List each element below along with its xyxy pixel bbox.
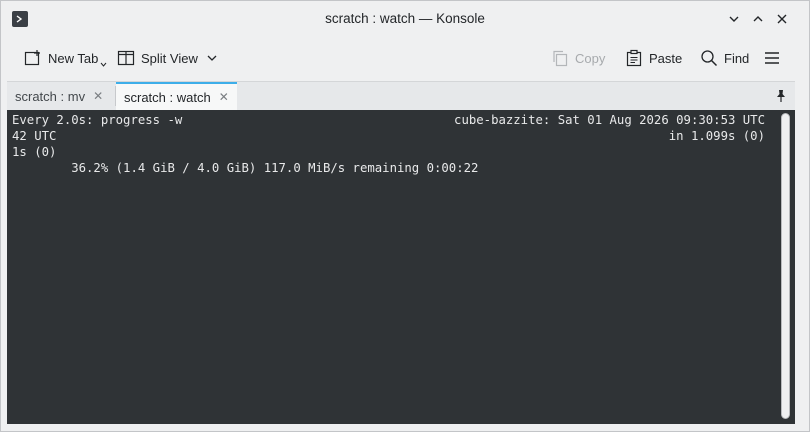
chevron-up-icon xyxy=(753,16,763,22)
chevron-down-icon xyxy=(207,55,217,61)
terminal-scrollbar[interactable] xyxy=(781,113,790,419)
tab-bar: scratch : mv ✕ scratch : watch ✕ xyxy=(7,81,795,110)
hamburger-menu-icon xyxy=(765,52,779,64)
find-button[interactable]: Find xyxy=(700,46,749,70)
paste-icon xyxy=(626,49,642,67)
watch-header-command: Every 2.0s: progress -w xyxy=(12,113,183,127)
title-bar[interactable]: scratch : watch — Konsole xyxy=(1,1,809,37)
window-title: scratch : watch — Konsole xyxy=(325,11,485,26)
minimize-button[interactable] xyxy=(724,9,744,29)
pin-icon[interactable] xyxy=(775,89,787,103)
new-tab-label: New Tab xyxy=(48,50,99,66)
split-view-label: Split View xyxy=(141,50,198,66)
copy-button[interactable]: Copy xyxy=(551,46,605,70)
new-tab-button[interactable]: New Tab xyxy=(24,46,107,70)
dropdown-arrow-icon xyxy=(100,62,107,67)
tab-label: scratch : mv xyxy=(15,88,86,104)
progress-output-line: 36.2% (1.4 GiB / 4.0 GiB) 117.0 MiB/s re… xyxy=(12,161,479,175)
hamburger-menu-button[interactable] xyxy=(763,46,781,70)
split-view-button[interactable]: Split View xyxy=(117,46,218,70)
tab-label: scratch : watch xyxy=(124,89,211,105)
paste-label: Paste xyxy=(649,50,683,66)
close-icon xyxy=(777,14,787,24)
maximize-button[interactable] xyxy=(748,9,768,29)
watch-header-host-time: cube-bazzite: Sat 01 Aug 2026 09:30:53 U… xyxy=(454,113,765,127)
tab-scratch-watch[interactable]: scratch : watch ✕ xyxy=(116,82,237,110)
terminal-line-wrap: 42 UTC xyxy=(12,129,57,143)
split-view-icon xyxy=(117,50,135,66)
terminal-view[interactable]: Every 2.0s: progress -w cube-bazzite: Sa… xyxy=(7,110,795,424)
terminal-line-wrap: 1s (0) xyxy=(12,145,57,159)
close-tab-icon[interactable]: ✕ xyxy=(219,91,229,103)
konsole-window: scratch : watch — Konsole New Tab Split … xyxy=(0,0,810,432)
new-tab-icon xyxy=(24,50,40,66)
copy-label: Copy xyxy=(575,50,606,66)
chevron-down-icon xyxy=(729,16,739,22)
watch-header-duration: in 1.099s (0) xyxy=(668,129,765,143)
search-icon xyxy=(701,50,718,67)
close-window-button[interactable] xyxy=(772,9,792,29)
main-toolbar: New Tab Split View Copy Paste Find xyxy=(1,37,809,79)
paste-button[interactable]: Paste xyxy=(625,46,682,70)
tab-scratch-mv[interactable]: scratch : mv ✕ xyxy=(7,82,115,110)
copy-icon xyxy=(553,50,568,67)
close-tab-icon[interactable]: ✕ xyxy=(93,90,103,102)
find-label: Find xyxy=(724,50,750,66)
